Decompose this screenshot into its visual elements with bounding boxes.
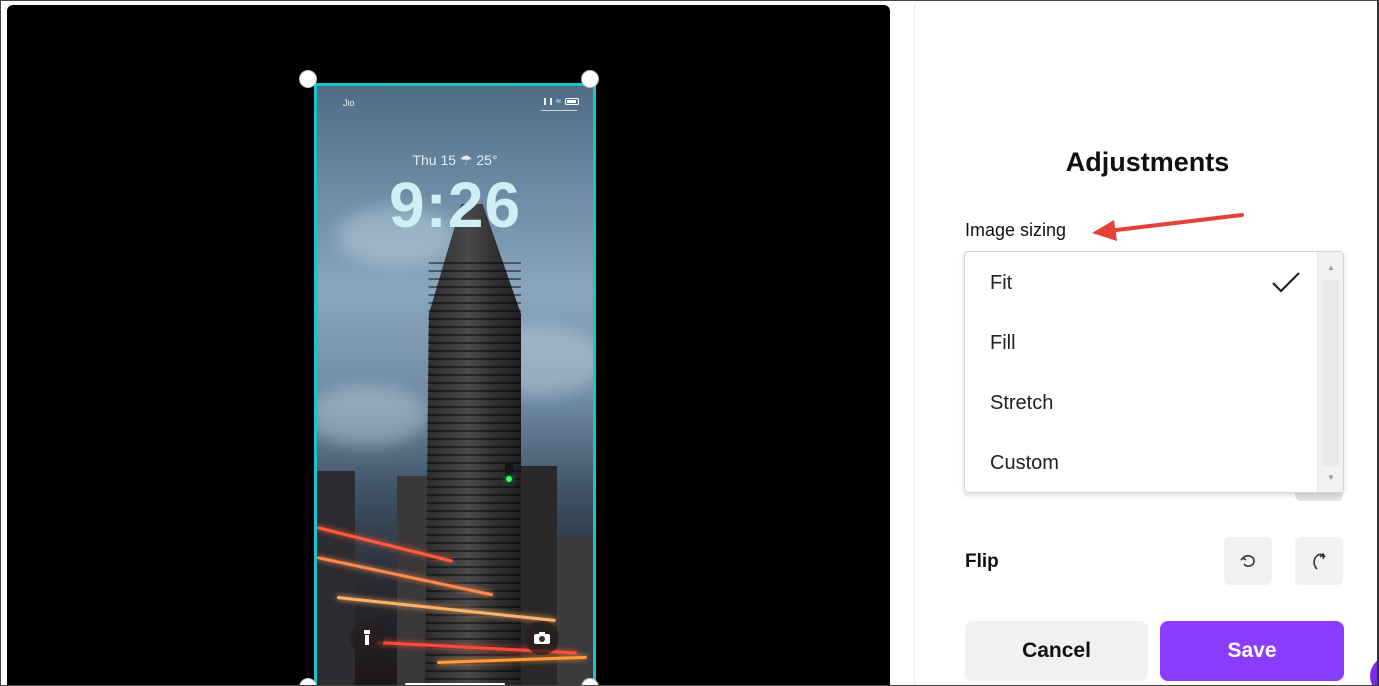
status-icons: ≈ [544,96,579,106]
scrollbar-thumb[interactable] [1322,280,1339,466]
flip-horizontal-button[interactable] [1224,537,1272,585]
lock-time: 9:26 [388,169,522,241]
dropdown-option-label: Stretch [990,391,1054,414]
signal-icon [544,97,553,105]
check-icon [1272,272,1300,293]
flip-horizontal-icon [1240,555,1255,567]
camera-icon [525,621,559,655]
image-sizing-dropdown[interactable]: Fit Fill Stretch Custom ▲ ▼ [964,251,1344,493]
dropdown-option-fill[interactable]: Fill [965,313,1319,373]
dropdown-option-label: Custom [990,451,1059,474]
building [317,471,355,685]
annotation-arrow-icon [1092,213,1244,241]
help-bubble[interactable] [1370,656,1377,685]
wifi-icon: ≈ [556,96,561,106]
resize-handle-top-left[interactable] [299,70,317,88]
lock-date: Thu 15 ☂ 25° [412,152,498,168]
dropdown-option-label: Fit [990,271,1013,294]
selected-image[interactable]: Jio ≈ Thu 15 ☂ 25° 9:26 [314,83,596,685]
flip-label: Flip [965,551,999,572]
building [557,536,593,685]
flashlight-icon [350,621,384,655]
dropdown-option-stretch[interactable]: Stretch [965,373,1319,433]
status-underline [541,110,577,111]
dropdown-option-label: Fill [990,331,1016,354]
adjustments-panel: Adjustments Image sizing Fit Fill Stretc… [914,1,1377,685]
save-button[interactable]: Save [1160,621,1344,681]
canvas-area[interactable]: Jio ≈ Thu 15 ☂ 25° 9:26 [7,5,890,685]
traffic-light [505,464,513,484]
dropdown-option-fit[interactable]: Fit [965,253,1319,313]
resize-handle-bottom-right[interactable] [581,678,599,685]
panel-title: Adjustments [1065,147,1230,177]
carrier-label: Jio [343,98,355,108]
scroll-down-icon[interactable]: ▼ [1318,466,1344,488]
flip-vertical-button[interactable] [1295,537,1343,585]
resize-handle-top-right[interactable] [581,70,599,88]
flip-vertical-icon [1313,552,1326,570]
scroll-up-icon[interactable]: ▲ [1318,256,1344,278]
dropdown-scrollbar[interactable]: ▲ ▼ [1317,252,1343,492]
battery-icon [565,97,579,105]
cancel-button[interactable]: Cancel [965,621,1148,681]
app-window: Jio ≈ Thu 15 ☂ 25° 9:26 Adjustments Imag… [0,0,1379,686]
image-sizing-label: Image sizing [965,220,1067,240]
dropdown-option-custom[interactable]: Custom [965,433,1319,493]
